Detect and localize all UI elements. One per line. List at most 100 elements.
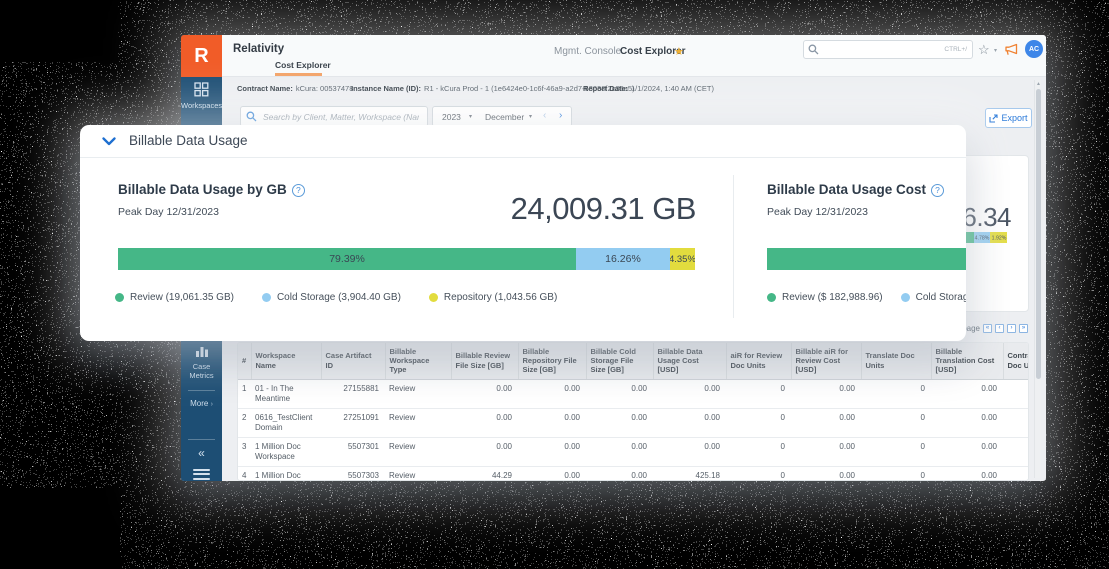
search-shortcut-hint: CTRL+/ [944,46,967,53]
usage-legend: Review (19,061.35 GB) Cold Storage (3,90… [115,292,557,303]
search-icon [808,44,819,55]
contract-info: Contract Name:kCura: 00537478 [237,84,353,93]
usage-total: 24,009.31 GB [355,191,696,227]
legend-dot-repository [429,293,438,302]
next-month-arrow[interactable]: › [559,110,562,121]
year-dropdown[interactable]: 2023 [442,112,461,122]
cost-stacked-bar [767,248,966,270]
usage-peak-day: Peak Day 12/31/2023 [118,206,219,218]
sidebar-divider [188,439,215,440]
period-selector: 2023 ▾ December ▾ ‹ › [432,106,572,127]
caret-down-icon[interactable]: ▾ [529,113,532,120]
legend-item: Review (19,061.35 GB) [115,292,234,303]
cost-legend: Review ($ 182,988.96) Cold Storage ($ [767,292,966,303]
card-title: Billable Data Usage [129,133,248,148]
last-page-button[interactable]: » [1019,324,1028,333]
column-header[interactable]: Billable Review File Size [GB] [451,343,518,379]
table-row[interactable]: 41 Million Doc Workspace 5507303Review 4… [238,466,1029,481]
export-icon [989,114,998,123]
collapse-icon: « [198,446,205,460]
previous-page-button[interactable]: ‹ [995,324,1004,333]
sidebar-item-label: Metrics [181,372,222,381]
bar-segment-cold-storage: 4.78% [974,232,990,243]
bar-segment-review: 79.39% [118,248,576,270]
scrollbar-up-arrow[interactable]: ▲ [1035,81,1042,87]
usage-panel-title: Billable Data Usage by GB? [118,182,305,197]
first-page-button[interactable]: « [983,324,992,333]
chevron-down-icon[interactable] [102,137,116,146]
next-page-button[interactable]: › [1007,324,1016,333]
sidebar-collapse-button[interactable]: « [181,446,222,460]
sidebar-item-workspaces[interactable]: Workspaces [181,82,222,111]
segment-label: 4.78% [975,235,990,241]
stage: R Workspaces Case Metrics More [0,0,1109,569]
column-header[interactable]: Contracts Doc Units [1003,343,1029,379]
table-row[interactable]: 20616_TestClientDomain 27251091Review 0.… [238,408,1029,437]
sidebar-item-case-metrics[interactable]: Case Metrics [181,345,222,380]
user-avatar[interactable]: AC [1025,40,1043,58]
filter-search-box [240,106,428,127]
app-title: Relativity [233,43,284,55]
sidebar-item-label: More [190,399,208,408]
announcements-megaphone-icon[interactable] [1003,42,1020,57]
column-header[interactable]: Billable Workspace Type [385,343,451,379]
workspace-cost-table-panel: #Workspace NameCase Artifact IDBillable … [237,342,1029,481]
column-header[interactable]: Workspace Name [251,343,321,379]
column-header[interactable]: Billable Repository File Size [GB] [518,343,586,379]
sidebar-menu-button[interactable] [193,466,210,481]
relativity-logo[interactable]: R [181,35,222,77]
export-button[interactable]: Export [985,108,1032,128]
column-header[interactable]: Translate Doc Units [861,343,931,379]
contract-label: Contract Name: [237,84,293,93]
filter-search-input[interactable] [261,109,421,124]
export-label: Export [1001,113,1027,123]
column-header[interactable]: Case Artifact ID [321,343,385,379]
card-header: Billable Data Usage [80,125,966,158]
segment-label: 16.26% [605,253,641,265]
legend-item: Cold Storage (3,904.40 GB) [262,292,401,303]
table-row[interactable]: 101 - In The Meantime 27155881Review 0.0… [238,379,1029,408]
report-date-label: Report Date: [583,84,628,93]
black-block-bottomleft [0,488,120,569]
help-icon[interactable]: ? [931,184,944,197]
chevron-right-icon: › [211,401,213,408]
month-dropdown[interactable]: December [485,112,524,122]
legend-dot-review [767,293,776,302]
window-scrollbar[interactable]: ▲ [1034,80,1041,478]
sidebar-item-more[interactable]: More › [181,399,222,408]
caret-down-icon[interactable]: ▾ [469,113,472,120]
cost-peak-day: Peak Day 12/31/2023 [767,206,868,218]
bar-segment-repository: 4.35% [670,248,695,270]
legend-item: Review ($ 182,988.96) [767,292,883,303]
help-icon[interactable]: ? [292,184,305,197]
workspaces-grid-icon [194,82,209,97]
segment-label: 4.35% [670,254,695,265]
favorite-star-icon[interactable]: ★ [674,45,684,58]
table-header-row: #Workspace NameCase Artifact IDBillable … [238,343,1029,379]
tab-cost-explorer[interactable]: Cost Explorer [275,60,331,70]
nav-mgmt-console[interactable]: Mgmt. Console [554,46,621,57]
column-header[interactable]: aiR for Review Doc Units [726,343,791,379]
favorites-star-icon[interactable]: ☆ [978,42,990,57]
previous-month-arrow[interactable]: ‹ [543,110,546,121]
search-icon [246,111,257,122]
sidebar-divider [188,390,215,391]
cost-total-visible-fragment: 6.34 [962,202,1011,233]
column-header[interactable]: # [238,343,251,379]
column-header[interactable]: Billable aiR for Review Cost [USD] [791,343,861,379]
instance-label: Instance Name (ID): [351,84,421,93]
legend-dot-cold-storage [901,293,910,302]
hamburger-icon [193,469,210,471]
favorites-caret-icon[interactable]: ▾ [994,47,997,54]
column-header[interactable]: Billable Data Usage Cost [USD] [653,343,726,379]
column-header[interactable]: Billable Cold Storage File Size [GB] [586,343,653,379]
bar-segment-review [767,248,966,270]
global-search-input[interactable] [824,42,924,57]
panel-divider [733,175,734,318]
workspace-cost-table: #Workspace NameCase Artifact IDBillable … [238,343,1029,481]
scrollbar-thumb[interactable] [1036,89,1041,379]
cost-panel-title: Billable Data Usage Cost? [767,182,944,197]
table-row[interactable]: 31 Million Doc Workspace 5507301Review 0… [238,437,1029,466]
column-header[interactable]: Billable Translation Cost [USD] [931,343,1003,379]
case-metrics-chart-icon [195,345,209,358]
